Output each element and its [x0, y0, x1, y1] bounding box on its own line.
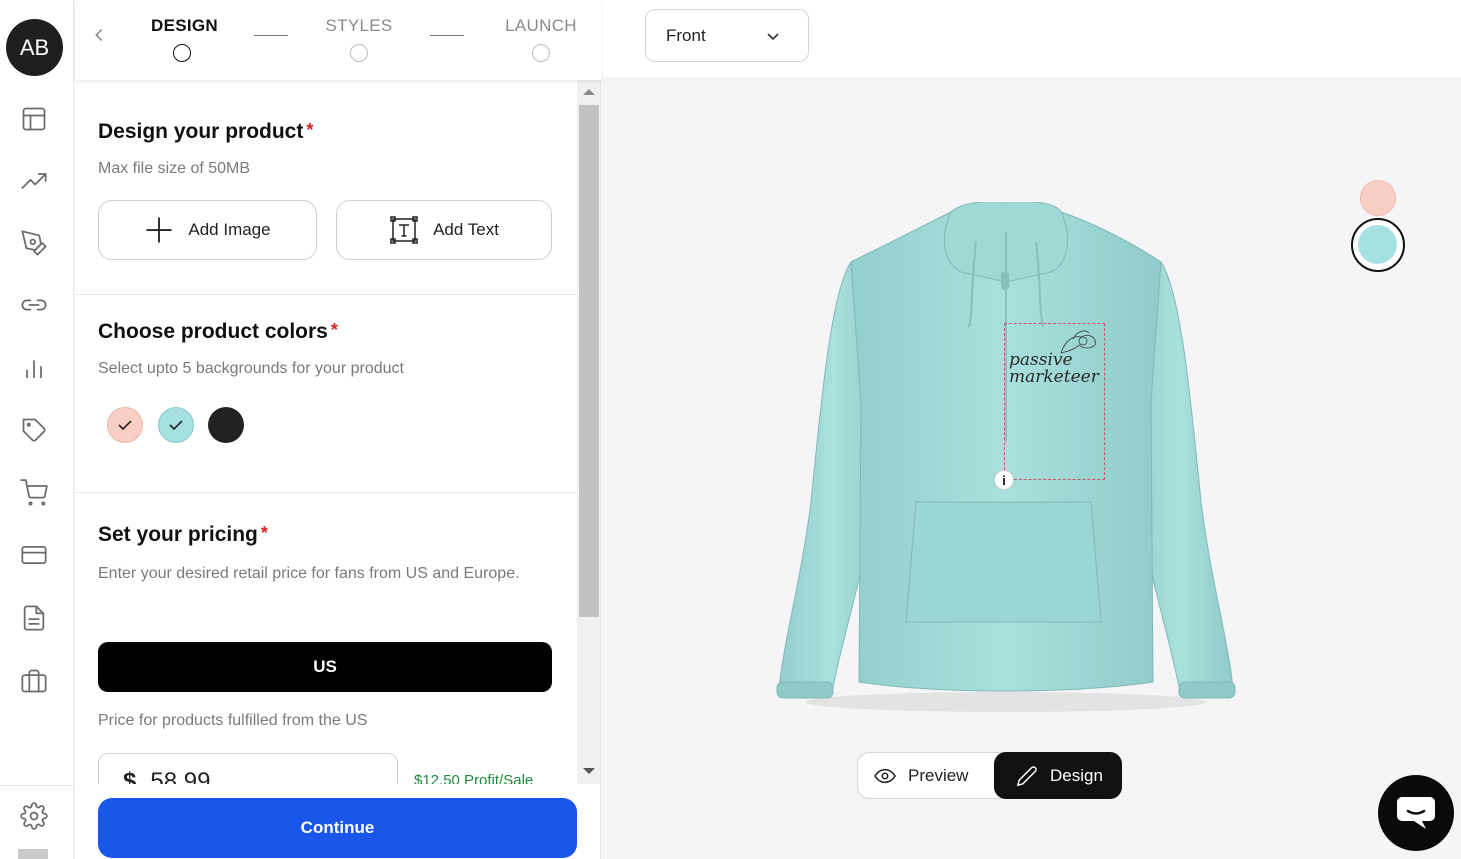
design-label: Design	[1050, 765, 1103, 785]
price-field[interactable]: $58.99	[98, 753, 398, 784]
chevron-left-icon[interactable]	[93, 26, 111, 46]
pricing-section-title: Set your pricing *	[98, 523, 268, 547]
pen-tool-icon[interactable]	[19, 228, 49, 258]
text-box-icon	[390, 216, 418, 244]
check-icon	[169, 420, 183, 431]
eye-icon	[874, 768, 896, 783]
color-swatch-mint[interactable]	[158, 407, 194, 443]
add-text-label: Add Text	[433, 220, 499, 239]
scrollbar-thumb[interactable]	[579, 105, 599, 617]
chat-icon	[1397, 797, 1435, 829]
icon-sidebar: AB	[0, 0, 74, 859]
horizontal-scrollbar[interactable]	[18, 849, 48, 859]
step-dot	[350, 44, 368, 62]
design-section-title: Design your product *	[98, 120, 313, 144]
preview-color-fill	[1358, 225, 1397, 264]
required-mark: *	[330, 320, 338, 340]
step-label: STYLES	[325, 16, 393, 35]
required-mark: *	[260, 523, 268, 543]
panel-scrollbar[interactable]	[577, 80, 601, 784]
app-root: AB DESIGN STYLES LAUNCH Design your prod…	[0, 0, 1461, 859]
region-tab-us[interactable]: US	[98, 642, 552, 692]
rail-footer	[0, 785, 74, 859]
preview-toolbar: Front	[601, 0, 1461, 77]
step-label: LAUNCH	[505, 16, 577, 35]
logo-line-2: marketeer	[1009, 367, 1099, 387]
design-button[interactable]: Design	[994, 752, 1122, 799]
step-separator	[254, 35, 288, 36]
continue-button[interactable]: Continue	[98, 798, 577, 858]
avatar[interactable]: AB	[6, 19, 63, 76]
info-icon[interactable]: i	[994, 470, 1014, 490]
mode-toggle: Preview Design	[857, 752, 1122, 799]
logo-text: passive marketeer	[1009, 352, 1099, 386]
bar-chart-icon[interactable]	[19, 353, 49, 383]
scroll-up-icon[interactable]	[583, 89, 595, 95]
step-separator	[430, 35, 464, 36]
scroll-down-icon[interactable]	[583, 768, 595, 774]
link-icon[interactable]	[19, 290, 49, 320]
color-swatch-black[interactable]	[208, 407, 244, 443]
chat-button[interactable]	[1378, 775, 1454, 851]
pricing-title-text: Set your pricing	[98, 523, 258, 546]
step-design[interactable]: DESIGN	[151, 16, 218, 62]
preview-label: Preview	[908, 765, 969, 785]
preview-color-mint[interactable]	[1351, 218, 1405, 272]
add-image-label: Add Image	[188, 220, 271, 239]
section-divider	[75, 492, 577, 493]
layout-icon[interactable]	[19, 104, 49, 134]
step-dot	[173, 44, 191, 62]
preview-color-peach[interactable]	[1360, 180, 1396, 216]
gear-icon[interactable]	[19, 801, 49, 831]
card-icon[interactable]	[19, 540, 49, 570]
step-indicator: DESIGN STYLES LAUNCH	[75, 0, 601, 80]
document-icon[interactable]	[19, 603, 49, 633]
required-mark: *	[306, 120, 314, 140]
step-styles[interactable]: STYLES	[325, 16, 393, 62]
preview-button[interactable]: Preview	[874, 752, 968, 799]
step-dot	[532, 44, 550, 62]
region-note: Price for products fulfilled from the US	[98, 712, 368, 729]
currency-symbol: $	[123, 768, 137, 784]
add-text-button[interactable]: Add Text	[336, 200, 552, 260]
step-label: DESIGN	[151, 16, 218, 35]
color-swatch-peach[interactable]	[107, 407, 143, 443]
price-value: 58.99	[150, 768, 211, 784]
add-image-button[interactable]: Add Image	[98, 200, 317, 260]
step-launch[interactable]: LAUNCH	[503, 16, 579, 62]
design-section-subtitle: Max file size of 50MB	[98, 160, 251, 177]
view-select[interactable]: Front	[645, 9, 809, 62]
briefcase-icon[interactable]	[19, 666, 49, 696]
check-icon	[118, 420, 132, 431]
colors-section-title: Choose product colors *	[98, 320, 338, 344]
pencil-icon	[1016, 765, 1037, 786]
pricing-section-subtitle: Enter your desired retail price for fans…	[98, 565, 520, 582]
colors-section-subtitle: Select upto 5 backgrounds for your produ…	[98, 360, 404, 377]
cart-icon[interactable]	[19, 478, 49, 508]
section-divider	[75, 294, 577, 295]
product-preview-canvas: passive marketeer i Preview Design	[601, 77, 1461, 859]
tag-icon[interactable]	[19, 415, 49, 445]
colors-title-text: Choose product colors	[98, 320, 328, 343]
design-title-text: Design your product	[98, 120, 304, 143]
view-select-value: Front	[666, 26, 706, 45]
trending-icon[interactable]	[19, 166, 49, 196]
chevron-down-icon	[767, 33, 779, 41]
plus-icon	[146, 217, 172, 243]
profit-label: $12.50 Profit/Sale	[414, 772, 534, 784]
form-panel: Design your product * Max file size of 50…	[75, 80, 577, 784]
panel-footer: Continue	[75, 784, 601, 859]
